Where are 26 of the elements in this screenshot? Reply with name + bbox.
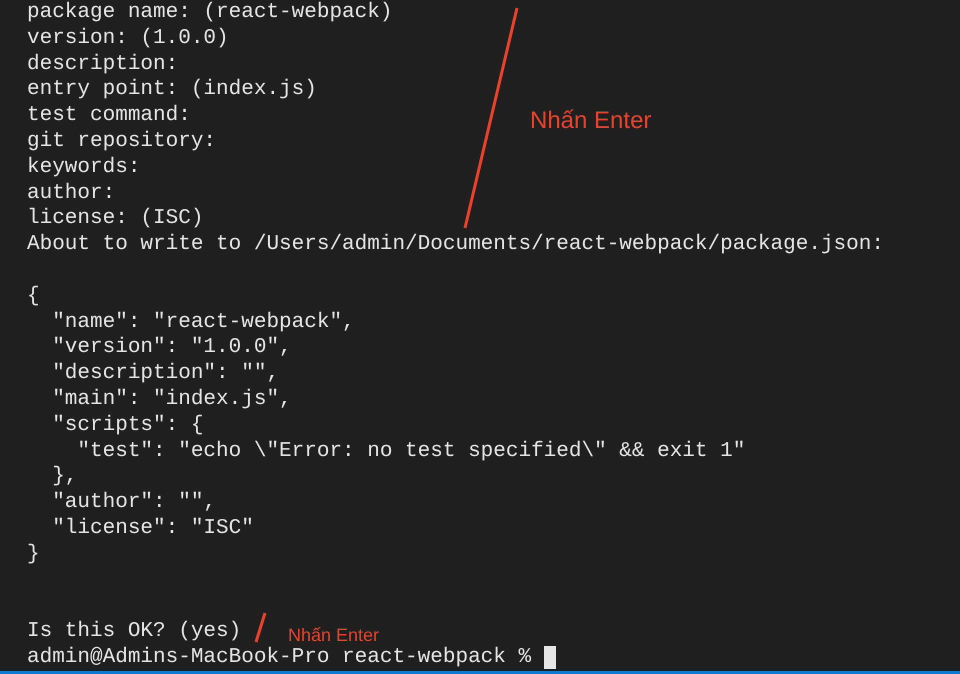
terminal-line: "main": "index.js", bbox=[51, 386, 292, 413]
terminal-line: About to write to /Users/admin/Documents/react-webpack/package.json: bbox=[27, 232, 884, 258]
terminal-line: keywords: bbox=[27, 154, 140, 181]
terminal-line: test command: bbox=[27, 103, 191, 129]
terminal-line: Is this OK? (yes) bbox=[27, 619, 242, 645]
terminal-line: license: (ISC) bbox=[27, 206, 204, 232]
terminal-line: "name": "react-webpack", bbox=[51, 310, 355, 336]
terminal-line: { bbox=[27, 284, 40, 310]
shell-prompt: admin@Admins-MacBook-Pro react-webpack % bbox=[27, 644, 532, 671]
annotation-line bbox=[253, 611, 268, 644]
terminal-line: version: (1.0.0) bbox=[27, 26, 229, 52]
terminal-line: "version": "1.0.0", bbox=[51, 335, 292, 362]
terminal-line: }, bbox=[51, 464, 78, 490]
terminal-line: entry point: (index.js) bbox=[27, 77, 317, 104]
annotation-text: Nhấn Enter bbox=[288, 624, 380, 646]
terminal-line: "author": "", bbox=[51, 490, 216, 516]
terminal-line: package name: (react-webpack) bbox=[27, 0, 392, 26]
terminal-line: "description": "", bbox=[51, 361, 280, 387]
terminal-line: description: bbox=[27, 52, 178, 78]
terminal-line: git repository: bbox=[27, 128, 216, 155]
terminal-line: "scripts": { bbox=[51, 412, 204, 439]
terminal-line: "test": "echo \"Error: no test specified\" && exit 1" bbox=[76, 438, 746, 464]
annotation-text: Nhấn Enter bbox=[530, 106, 652, 136]
terminal-line: author: bbox=[27, 180, 116, 206]
terminal-line: "license": "ISC" bbox=[51, 516, 254, 542]
terminal-line: } bbox=[27, 542, 40, 568]
